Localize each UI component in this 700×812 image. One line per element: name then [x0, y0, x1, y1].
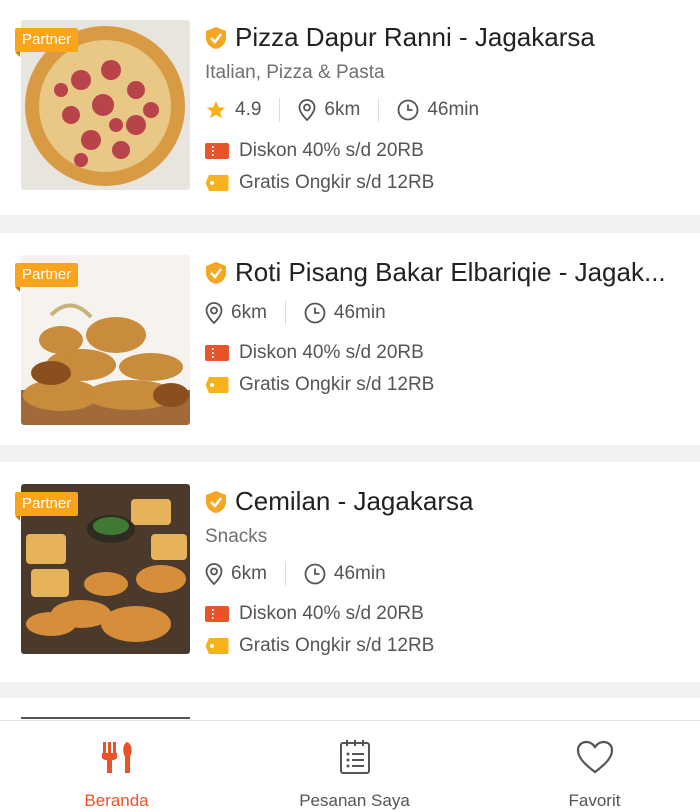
- rating-value: 4.9: [235, 99, 262, 120]
- divider: [284, 301, 286, 325]
- star-icon: [206, 100, 226, 119]
- location-pin-icon: [205, 302, 223, 324]
- time-value: 46min: [333, 302, 386, 323]
- fork-knife-icon: [101, 742, 132, 773]
- tab-label: Pesanan Saya: [299, 791, 410, 810]
- time-value: 46min: [427, 99, 480, 120]
- bottom-tab-bar: Beranda Pesanan Saya Favorit: [0, 720, 700, 812]
- verified-shield-icon: [206, 261, 226, 284]
- promo-delivery: Gratis Ongkir s/d 12RB: [205, 374, 434, 396]
- divider: [279, 98, 281, 122]
- clock-icon: [397, 99, 419, 121]
- location-pin-icon: [299, 99, 316, 121]
- restaurant-name: Cemilan - Jagakarsa: [235, 486, 474, 516]
- promo-delivery: Gratis Ongkir s/d 12RB: [205, 635, 434, 657]
- delivery-tag-icon: [205, 175, 229, 191]
- restaurant-card[interactable]: Partner Roti Pisang Bakar Elbariqie - Ja…: [0, 233, 700, 445]
- restaurant-category: Snacks: [205, 526, 268, 547]
- location-pin-icon: [205, 563, 223, 585]
- divider: [284, 562, 286, 586]
- restaurant-name: Pizza Dapur Ranni - Jagakarsa: [235, 22, 595, 52]
- restaurant-card[interactable]: [0, 698, 700, 720]
- restaurant-category: Italian, Pizza & Pasta: [205, 62, 385, 83]
- discount-ticket-icon: [205, 143, 229, 159]
- distance-value: 6km: [324, 99, 361, 120]
- restaurant-meta: 4.9 6km 46min: [205, 98, 479, 122]
- promo-discount: Diskon 40% s/d 20RB: [205, 140, 424, 162]
- restaurant-card[interactable]: Partner Pizza Dapur Ranni - Jagakarsa It…: [0, 0, 700, 215]
- verified-shield-icon: [206, 26, 226, 49]
- divider: [378, 98, 380, 122]
- restaurant-card[interactable]: Partner Cemilan - Jagakarsa Snacks 6km 4…: [0, 462, 700, 682]
- clock-icon: [304, 302, 326, 324]
- tab-pesanan-saya[interactable]: Pesanan Saya: [238, 721, 471, 812]
- promo-discount: Diskon 40% s/d 20RB: [205, 342, 424, 364]
- restaurant-image: [21, 717, 190, 719]
- discount-ticket-icon: [205, 345, 229, 361]
- distance-value: 6km: [231, 563, 267, 584]
- verified-shield-icon: [206, 490, 226, 513]
- clock-icon: [304, 563, 326, 585]
- tab-label: Favorit: [568, 791, 621, 810]
- restaurant-meta: 6km 46min: [205, 301, 386, 325]
- partner-badge: Partner: [15, 263, 79, 292]
- partner-badge: Partner: [15, 492, 79, 521]
- tab-favorit[interactable]: Favorit: [478, 721, 700, 812]
- distance-value: 6km: [231, 302, 267, 323]
- partner-badge: Partner: [15, 28, 79, 57]
- tab-label: Beranda: [84, 791, 149, 810]
- order-list-icon: [339, 740, 370, 774]
- delivery-tag-icon: [205, 377, 229, 393]
- promo-delivery: Gratis Ongkir s/d 12RB: [205, 172, 434, 194]
- promo-discount: Diskon 40% s/d 20RB: [205, 603, 424, 625]
- time-value: 46min: [333, 563, 386, 584]
- restaurant-name: Roti Pisang Bakar Elbariqie - Jagak...: [235, 257, 666, 287]
- heart-icon: [576, 740, 613, 774]
- tab-beranda[interactable]: Beranda: [0, 721, 233, 812]
- discount-ticket-icon: [205, 606, 229, 622]
- delivery-tag-icon: [205, 638, 229, 654]
- restaurant-meta: 6km 46min: [205, 562, 386, 586]
